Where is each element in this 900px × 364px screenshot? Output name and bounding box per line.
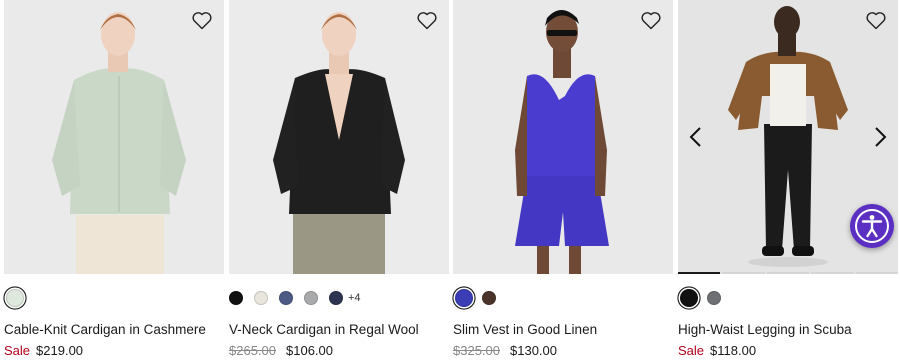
product-photo-vest-blue: [453, 0, 673, 274]
color-swatch[interactable]: [279, 291, 293, 305]
accessibility-icon: [855, 209, 889, 243]
color-swatch[interactable]: [482, 291, 496, 305]
accessibility-button[interactable]: [850, 204, 894, 248]
chevron-left-icon[interactable]: [686, 124, 706, 150]
heart-icon[interactable]: [415, 8, 439, 32]
price: $325.00 $130.00: [453, 343, 557, 358]
sale-label: Sale: [678, 343, 705, 358]
original-price: $265.00: [229, 343, 276, 358]
product-name[interactable]: Slim Vest in Good Linen: [453, 322, 597, 337]
sale-label: Sale: [4, 343, 31, 358]
product-card[interactable]: Cable-Knit Cardigan in Cashmere Sale $219…: [4, 0, 224, 364]
color-swatches: [4, 288, 33, 308]
color-swatch[interactable]: [6, 289, 24, 307]
product-card[interactable]: Slim Vest in Good Linen $325.00 $130.00: [453, 0, 673, 364]
color-swatch[interactable]: [329, 291, 343, 305]
price: Sale $219.00: [4, 343, 83, 358]
product-image[interactable]: [229, 0, 449, 274]
color-swatch[interactable]: [680, 289, 698, 307]
color-swatches: [678, 288, 732, 308]
product-image[interactable]: [453, 0, 673, 274]
color-swatch[interactable]: [304, 291, 318, 305]
original-price: $325.00: [453, 343, 500, 358]
price: Sale $118.00: [678, 343, 756, 358]
product-card[interactable]: High-Waist Legging in Scuba Sale $118.00: [678, 0, 898, 364]
color-swatch[interactable]: [229, 291, 243, 305]
price: $265.00 $106.00: [229, 343, 333, 358]
product-name[interactable]: V-Neck Cardigan in Regal Wool: [229, 322, 419, 337]
product-image[interactable]: [4, 0, 224, 274]
current-price: $219.00: [36, 343, 84, 358]
color-swatches: +4: [229, 288, 361, 308]
color-swatches: [453, 288, 507, 308]
heart-icon[interactable]: [864, 8, 888, 32]
product-name[interactable]: Cable-Knit Cardigan in Cashmere: [4, 322, 206, 337]
product-photo-cardigan-black: [229, 0, 449, 274]
carousel-indicator-active: [678, 272, 721, 274]
current-price: $118.00: [710, 343, 757, 358]
heart-icon[interactable]: [190, 8, 214, 32]
chevron-right-icon[interactable]: [870, 124, 890, 150]
more-colors-link[interactable]: +4: [348, 292, 361, 304]
carousel-indicator: [855, 272, 898, 274]
product-card[interactable]: +4 V-Neck Cardigan in Regal Wool $265.00…: [229, 0, 449, 364]
heart-icon[interactable]: [639, 8, 663, 32]
current-price: $106.00: [286, 343, 333, 358]
current-price: $130.00: [510, 343, 557, 358]
color-swatch[interactable]: [254, 291, 268, 305]
carousel-indicator: [722, 272, 765, 274]
product-photo-cardigan-green: [4, 0, 224, 274]
color-swatch[interactable]: [455, 289, 473, 307]
product-name[interactable]: High-Waist Legging in Scuba: [678, 322, 852, 337]
carousel-indicator: [811, 272, 854, 274]
carousel-progress: [678, 272, 898, 274]
color-swatch[interactable]: [707, 291, 721, 305]
carousel-indicator: [766, 272, 810, 274]
